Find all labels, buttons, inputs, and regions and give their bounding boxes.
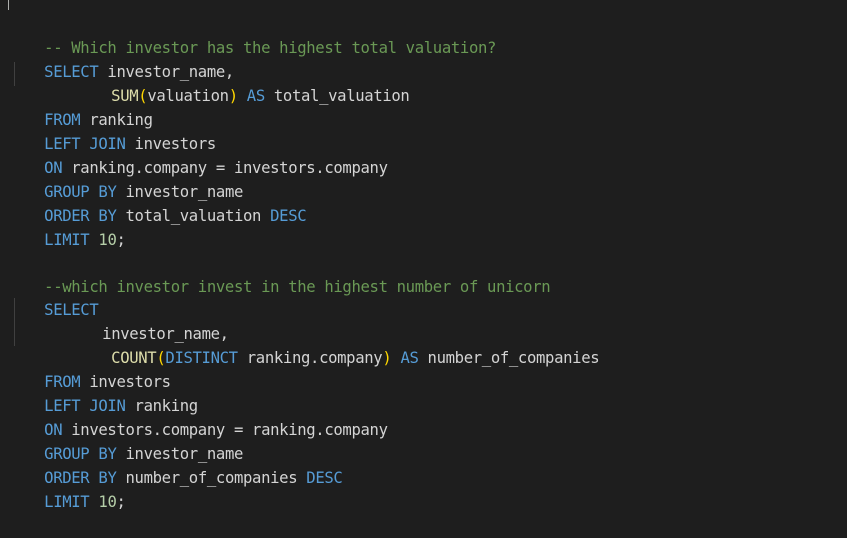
code-line[interactable]: LIMIT 10; xyxy=(8,466,126,511)
keyword: LIMIT xyxy=(44,231,90,249)
identifier: valuation xyxy=(147,87,229,105)
number: 10 xyxy=(98,493,117,511)
code-line[interactable]: LEFT JOIN ranking xyxy=(8,370,198,415)
semicolon: ; xyxy=(116,231,126,249)
code-line[interactable]: -- Which investor has the highest total … xyxy=(8,12,496,57)
code-line[interactable]: LEFT JOIN investors xyxy=(8,108,216,153)
code-line[interactable]: LIMIT 10; xyxy=(8,204,126,249)
keyword: AS xyxy=(400,349,419,367)
semicolon: ; xyxy=(116,493,126,511)
cursor-indicator xyxy=(8,0,9,10)
code-line[interactable]: ORDER BY total_valuation DESC xyxy=(8,180,306,225)
code-editor[interactable]: -- Which investor has the highest total … xyxy=(0,0,847,512)
code-line[interactable]: investor_name, xyxy=(66,298,229,343)
identifier: number_of_companies xyxy=(116,469,307,487)
code-line[interactable]: ON ranking.company = investors.company xyxy=(8,132,388,177)
code-line[interactable]: ON investors.company = ranking.company xyxy=(8,394,388,439)
keyword: DESC xyxy=(270,207,307,225)
keyword: LIMIT xyxy=(44,493,90,511)
code-line[interactable]: FROM investors xyxy=(8,346,171,391)
code-line[interactable]: FROM ranking xyxy=(8,84,153,129)
identifier: total_valuation xyxy=(264,87,410,105)
code-line[interactable]: --which investor invest in the highest n… xyxy=(8,251,551,296)
number: 10 xyxy=(98,231,117,249)
code-line[interactable]: COUNT(DISTINCT ranking.company) AS numbe… xyxy=(75,322,599,367)
identifier: ranking.company xyxy=(237,349,383,367)
code-line[interactable]: SELECT investor_name, xyxy=(8,36,234,81)
code-line[interactable]: SUM(valuation) AS total_valuation xyxy=(75,60,410,105)
code-line[interactable]: SELECT xyxy=(8,274,99,319)
code-line[interactable]: GROUP BY investor_name xyxy=(8,156,243,201)
code-line[interactable]: ORDER BY number_of_companies DESC xyxy=(8,442,343,487)
code-line[interactable]: GROUP BY investor_name xyxy=(8,418,243,463)
comment: --which investor invest in the highest n… xyxy=(44,278,551,296)
identifier: total_valuation xyxy=(116,207,271,225)
identifier: number_of_companies xyxy=(418,349,600,367)
keyword: DISTINCT xyxy=(165,349,238,367)
bracket: ) xyxy=(228,87,238,105)
keyword: AS xyxy=(246,87,265,105)
keyword: DESC xyxy=(306,469,343,487)
